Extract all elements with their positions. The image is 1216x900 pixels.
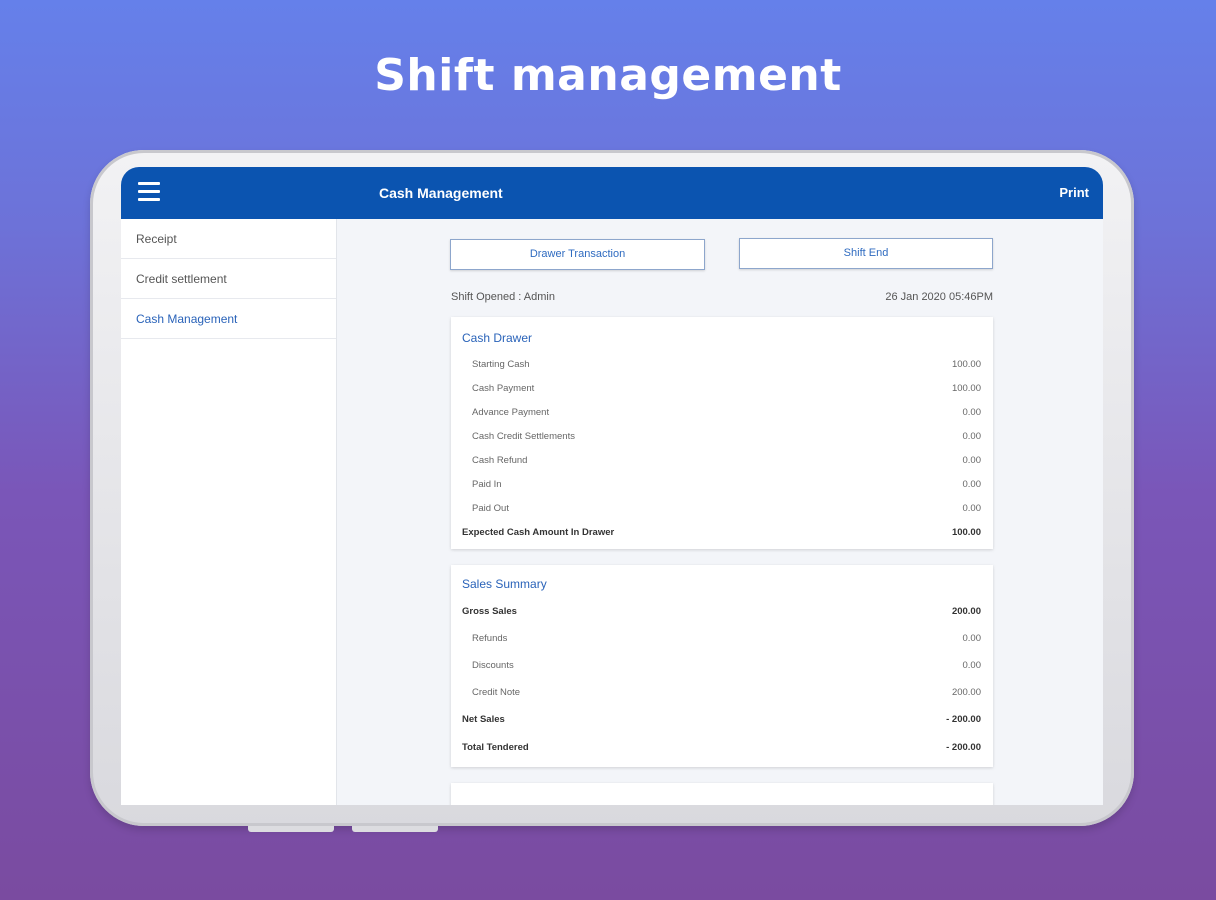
app-bar-title: Cash Management — [379, 185, 503, 201]
sidebar-item-cash-management[interactable]: Cash Management — [121, 299, 336, 339]
payment-type-card — [451, 783, 993, 805]
row-value: 0.00 — [962, 407, 982, 418]
row-value: 100.00 — [951, 527, 981, 538]
row-value: 0.00 — [962, 479, 982, 490]
sidebar-item-receipt[interactable]: Receipt — [121, 219, 336, 259]
row-label: Refunds — [472, 633, 508, 644]
cash-drawer-row: Cash Credit Settlements 0.00 — [451, 431, 993, 445]
total-tendered-row: Total Tendered - 200.00 — [451, 742, 993, 756]
row-label: Credit Note — [472, 687, 521, 698]
row-label: Expected Cash Amount In Drawer — [462, 527, 615, 538]
row-label: Paid Out — [472, 503, 509, 514]
sales-summary-title: Sales Summary — [462, 577, 547, 591]
cash-drawer-row: Paid In 0.00 — [451, 479, 993, 493]
sales-row: Discounts 0.00 — [451, 660, 993, 674]
sales-row: Refunds 0.00 — [451, 633, 993, 647]
row-label: Starting Cash — [472, 359, 530, 370]
row-value: - 200.00 — [946, 742, 981, 753]
row-value: - 200.00 — [946, 714, 981, 725]
cash-drawer-row: Advance Payment 0.00 — [451, 407, 993, 421]
row-label: Discounts — [472, 660, 514, 671]
shift-end-button[interactable]: Shift End — [739, 238, 993, 269]
shift-datetime: 26 Jan 2020 05:46PM — [885, 291, 993, 303]
row-value: 0.00 — [962, 503, 982, 514]
row-value: 200.00 — [951, 687, 981, 698]
row-label: Cash Credit Settlements — [472, 431, 575, 442]
app-screen: Cash Management Print Receipt Credit set… — [121, 167, 1103, 805]
print-button[interactable]: Print — [1059, 185, 1089, 200]
cash-drawer-title: Cash Drawer — [462, 331, 533, 345]
cash-drawer-row: Cash Refund 0.00 — [451, 455, 993, 469]
cash-drawer-row: Cash Payment 100.00 — [451, 383, 993, 397]
gross-sales-row: Gross Sales 200.00 — [451, 606, 993, 620]
row-value: 100.00 — [951, 359, 981, 370]
row-value: 0.00 — [962, 431, 982, 442]
menu-icon[interactable] — [138, 182, 160, 202]
row-label: Cash Payment — [472, 383, 535, 394]
shift-opened-label: Shift Opened : Admin — [451, 291, 555, 303]
row-label: Gross Sales — [462, 606, 517, 617]
sidebar: Receipt Credit settlement Cash Managemen… — [121, 219, 337, 805]
row-value: 100.00 — [951, 383, 981, 394]
cash-drawer-row: Paid Out 0.00 — [451, 503, 993, 517]
cash-drawer-card: Cash Drawer Starting Cash 100.00 Cash Pa… — [451, 317, 993, 549]
sales-row: Credit Note 200.00 — [451, 687, 993, 701]
tablet-side-button — [352, 826, 438, 832]
row-label: Paid In — [472, 479, 502, 490]
cash-drawer-row: Starting Cash 100.00 — [451, 359, 993, 373]
row-label: Advance Payment — [472, 407, 550, 418]
app-bar: Cash Management Print — [121, 167, 1103, 219]
page-headline: Shift management — [374, 50, 842, 101]
row-label: Net Sales — [462, 714, 505, 725]
sidebar-item-credit-settlement[interactable]: Credit settlement — [121, 259, 336, 299]
row-value: 0.00 — [962, 660, 982, 671]
row-label: Total Tendered — [462, 742, 529, 753]
main-content: Drawer Transaction Shift End Shift Opene… — [337, 219, 1103, 805]
row-label: Cash Refund — [472, 455, 528, 466]
row-value: 200.00 — [951, 606, 981, 617]
row-value: 0.00 — [962, 633, 982, 644]
cash-drawer-total-row: Expected Cash Amount In Drawer 100.00 — [451, 527, 993, 541]
row-value: 0.00 — [962, 455, 982, 466]
tablet-side-button — [248, 826, 334, 832]
drawer-transaction-button[interactable]: Drawer Transaction — [450, 239, 705, 270]
net-sales-row: Net Sales - 200.00 — [451, 714, 993, 728]
sales-summary-card: Sales Summary Gross Sales 200.00 Refunds… — [451, 565, 993, 767]
